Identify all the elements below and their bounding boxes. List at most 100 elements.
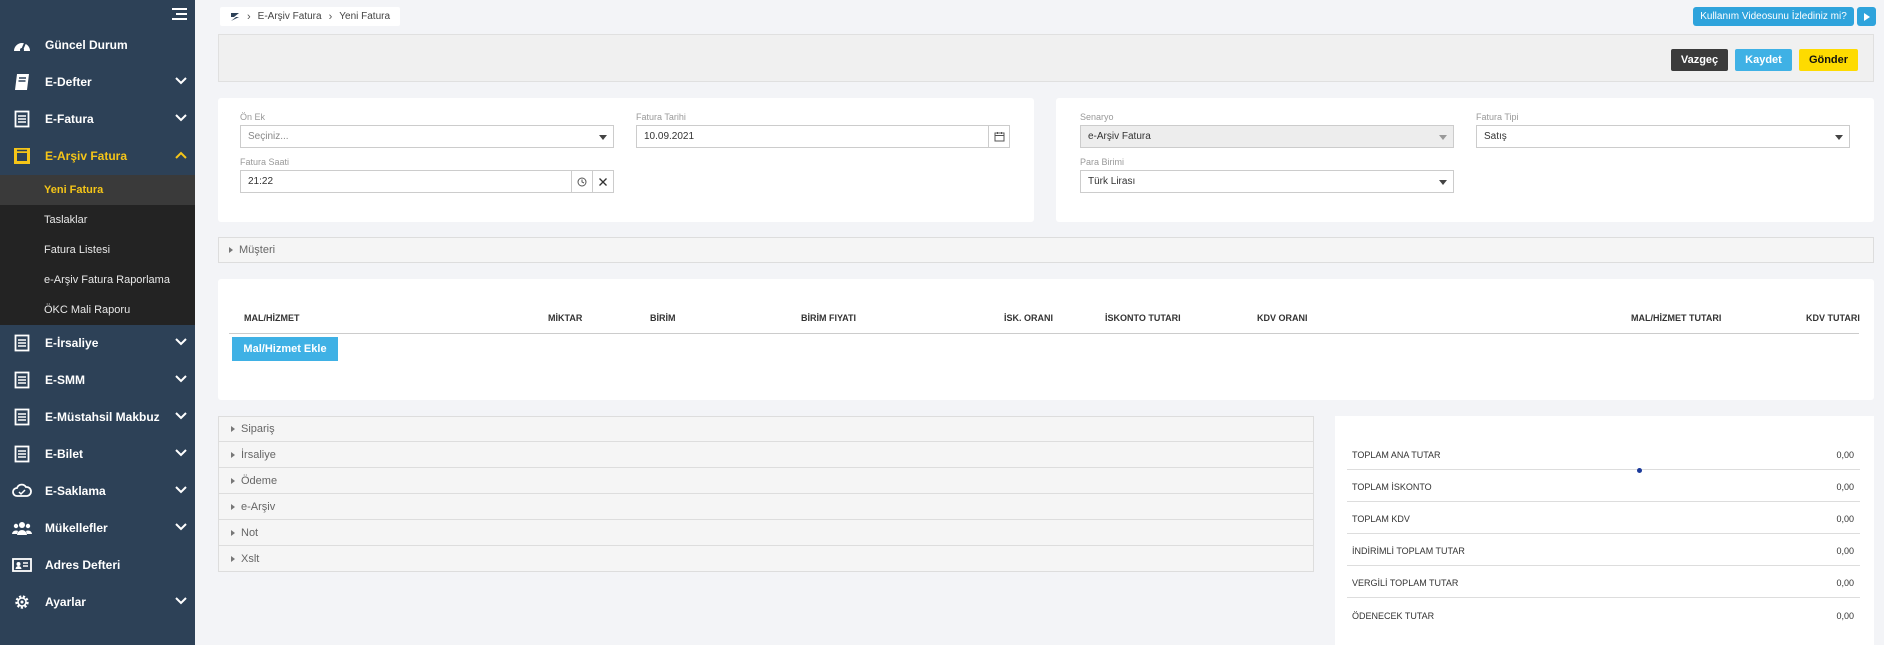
chevron-down-icon bbox=[175, 597, 187, 605]
section-label: Sipariş bbox=[241, 423, 275, 435]
total-value: 0,00 bbox=[1836, 482, 1854, 492]
date-label: Fatura Tarihi bbox=[636, 112, 686, 122]
total-label: TOPLAM ANA TUTAR bbox=[1352, 450, 1441, 460]
section-odeme[interactable]: Ödeme bbox=[218, 468, 1314, 494]
scenario-card: Senaryo e-Arşiv Fatura Fatura Tipi Satış… bbox=[1056, 98, 1874, 222]
total-label: TOPLAM İSKONTO bbox=[1352, 482, 1432, 492]
column-header-kdv-orani: KDV ORANI bbox=[1257, 313, 1308, 323]
section-irsaliye[interactable]: İrsaliye bbox=[218, 442, 1314, 468]
chevron-down-icon bbox=[175, 412, 187, 420]
total-value: 0,00 bbox=[1836, 578, 1854, 588]
items-table-card bbox=[218, 279, 1874, 400]
users-icon bbox=[12, 518, 32, 538]
submenu-e-arsiv-raporlama[interactable]: e-Arşiv Fatura Raporlama bbox=[0, 265, 195, 295]
e-arsiv-submenu: Yeni Fatura Taslaklar Fatura Listesi e-A… bbox=[0, 175, 195, 325]
sidebar-item-label: E-SMM bbox=[45, 373, 85, 387]
cancel-button[interactable]: Vazgeç bbox=[1671, 49, 1728, 71]
caret-down-icon bbox=[1835, 135, 1843, 140]
date-value: 10.09.2021 bbox=[644, 131, 695, 142]
invoice-type-select[interactable]: Satış bbox=[1476, 125, 1850, 148]
total-value: 0,00 bbox=[1836, 450, 1854, 460]
section-e-arsiv[interactable]: e-Arşiv bbox=[218, 494, 1314, 520]
sidebar-item-e-fatura[interactable]: E-Fatura bbox=[0, 101, 195, 137]
sidebar-item-e-bilet[interactable]: E-Bilet bbox=[0, 436, 195, 472]
section-label: Xslt bbox=[241, 552, 260, 565]
column-header-mal-hizmet-tutari: MAL/HİZMET TUTARI bbox=[1631, 313, 1722, 323]
sidebar-item-label: Mükellefler bbox=[45, 521, 108, 535]
submenu-okc-mali-raporu[interactable]: ÖKC Mali Raporu bbox=[0, 295, 195, 325]
menu-toggle-icon[interactable] bbox=[172, 8, 187, 20]
scenario-label: Senaryo bbox=[1080, 112, 1114, 122]
breadcrumb-item-e-arsiv[interactable]: E-Arşiv Fatura bbox=[258, 11, 322, 22]
sidebar-item-ayarlar[interactable]: Ayarlar bbox=[0, 584, 195, 620]
video-tutorial-button[interactable]: Kullanım Videosunu İzlediniz mi? bbox=[1693, 7, 1854, 26]
currency-value: Türk Lirası bbox=[1088, 176, 1136, 187]
total-row: VERGİLİ TOPLAM TUTAR 0,00 bbox=[1347, 566, 1860, 598]
section-label: Not bbox=[241, 526, 259, 539]
chevron-down-icon bbox=[175, 486, 187, 494]
sidebar-item-e-arsiv-fatura[interactable]: E-Arşiv Fatura bbox=[0, 138, 195, 174]
time-field[interactable]: 21:22 bbox=[240, 170, 614, 193]
section-xslt[interactable]: Xslt bbox=[218, 546, 1314, 572]
clear-icon[interactable] bbox=[592, 171, 613, 192]
sidebar-item-guncel-durum[interactable]: Güncel Durum bbox=[0, 27, 195, 63]
table-header-divider bbox=[229, 333, 1859, 334]
invoice-info-card: Ön Ek Seçiniz... Fatura Tarihi 10.09.202… bbox=[218, 98, 1034, 222]
sidebar-item-label: Ayarlar bbox=[45, 595, 86, 609]
clock-icon[interactable] bbox=[571, 171, 592, 192]
sidebar-item-mukellefler[interactable]: Mükellefler bbox=[0, 510, 195, 546]
total-value: 0,00 bbox=[1836, 514, 1854, 524]
submenu-taslaklar[interactable]: Taslaklar bbox=[0, 205, 195, 235]
play-icon[interactable] bbox=[1857, 7, 1876, 26]
sidebar-item-e-defter[interactable]: E-Defter bbox=[0, 64, 195, 100]
total-value: 0,00 bbox=[1836, 611, 1854, 621]
chevron-down-icon bbox=[175, 523, 187, 531]
sidebar: Güncel Durum E-Defter E-Fatura E-Arşiv F… bbox=[0, 0, 195, 645]
home-logo-icon[interactable] bbox=[230, 12, 240, 22]
add-item-button[interactable]: Mal/Hizmet Ekle bbox=[232, 337, 338, 361]
caret-right-icon bbox=[231, 426, 235, 432]
column-header-birim: BİRİM bbox=[650, 313, 676, 323]
customer-section[interactable]: Müşteri bbox=[218, 237, 1874, 263]
sidebar-item-e-saklama[interactable]: E-Saklama bbox=[0, 473, 195, 509]
cursor-dot bbox=[1637, 468, 1642, 473]
sidebar-item-e-mustahsil-makbuz[interactable]: E-Müstahsil Makbuz bbox=[0, 399, 195, 435]
total-label: ÖDENECEK TUTAR bbox=[1352, 611, 1435, 621]
caret-down-icon bbox=[1439, 180, 1447, 185]
submenu-fatura-listesi[interactable]: Fatura Listesi bbox=[0, 235, 195, 265]
total-row: TOPLAM ANA TUTAR 0,00 bbox=[1347, 438, 1860, 470]
chevron-down-icon bbox=[175, 375, 187, 383]
sidebar-item-label: E-Bilet bbox=[45, 447, 84, 461]
date-field[interactable]: 10.09.2021 bbox=[636, 125, 1010, 148]
prefix-select[interactable]: Seçiniz... bbox=[240, 125, 614, 148]
send-button[interactable]: Gönder bbox=[1799, 49, 1858, 71]
sidebar-item-label: Güncel Durum bbox=[45, 38, 128, 52]
caret-right-icon bbox=[231, 451, 235, 458]
section-not[interactable]: Not bbox=[218, 520, 1314, 546]
sidebar-item-e-irsaliye[interactable]: E-İrsaliye bbox=[0, 325, 195, 361]
scenario-select: e-Arşiv Fatura bbox=[1080, 125, 1454, 148]
chevron-down-icon bbox=[175, 449, 187, 457]
total-label: İNDİRİMLİ TOPLAM TUTAR bbox=[1352, 546, 1465, 556]
sidebar-item-adres-defteri[interactable]: Adres Defteri bbox=[0, 547, 195, 583]
column-header-birim-fiyati: BİRİM FIYATI bbox=[801, 313, 857, 323]
customer-section-label: Müşteri bbox=[239, 244, 276, 256]
gear-icon bbox=[12, 592, 32, 612]
column-header-mal-hizmet: MAL/HİZMET bbox=[244, 313, 300, 323]
currency-select[interactable]: Türk Lirası bbox=[1080, 170, 1454, 193]
submenu-yeni-fatura[interactable]: Yeni Fatura bbox=[0, 175, 195, 205]
section-siparis[interactable]: Sipariş bbox=[218, 416, 1314, 442]
receipt-icon bbox=[12, 109, 32, 129]
receipt-icon bbox=[12, 444, 32, 464]
caret-right-icon bbox=[231, 503, 235, 510]
receipt-icon bbox=[12, 370, 32, 390]
save-button[interactable]: Kaydet bbox=[1735, 49, 1792, 71]
caret-down-icon bbox=[1439, 135, 1447, 140]
sidebar-item-e-smm[interactable]: E-SMM bbox=[0, 362, 195, 398]
sidebar-item-label: E-Fatura bbox=[45, 112, 94, 126]
total-row: TOPLAM KDV 0,00 bbox=[1347, 502, 1860, 534]
calendar-icon[interactable] bbox=[988, 126, 1009, 147]
breadcrumb-separator-icon: › bbox=[247, 10, 251, 23]
sidebar-item-label: E-Saklama bbox=[45, 484, 106, 498]
caret-right-icon bbox=[231, 529, 235, 536]
